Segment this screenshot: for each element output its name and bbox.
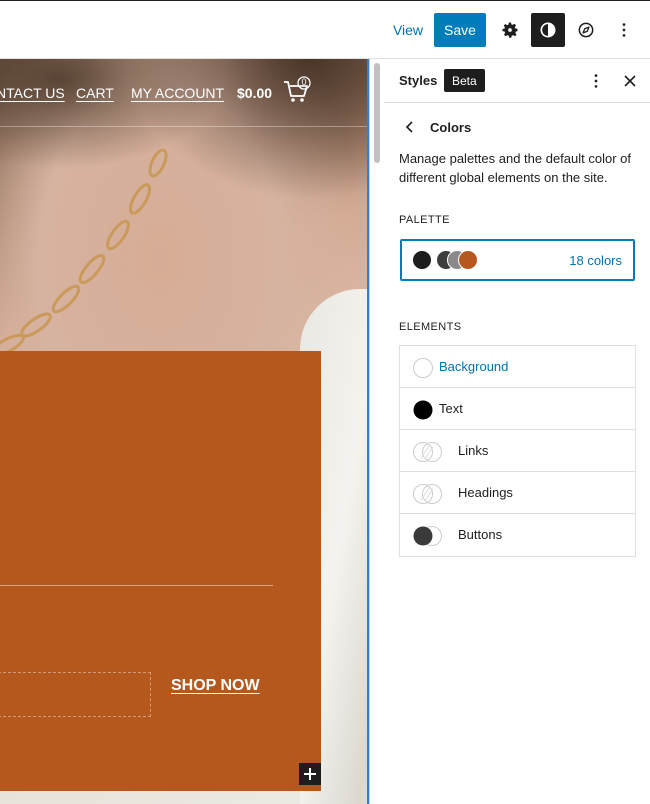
empty-circle-icon [413,358,433,378]
navigation-compass-icon[interactable] [569,13,603,47]
promo-placeholder-field[interactable] [0,672,151,717]
back-chevron-icon[interactable] [398,115,422,139]
palette-count: 18 colors [569,253,622,268]
shop-now-link[interactable]: SHOP NOW [171,677,260,695]
palette-button[interactable]: 18 colors [400,239,635,281]
shopping-cart-icon[interactable]: 0 [282,76,314,106]
element-item-links[interactable]: Links [400,430,635,472]
element-label-background: Background [439,359,509,374]
element-label-text: Text [439,401,463,416]
nav-link-cart[interactable]: CART [76,85,114,101]
sidebar-title: Styles [399,73,438,88]
view-button[interactable]: View [386,18,430,42]
double-outline-circle-icon [413,442,442,462]
settings-gear-icon[interactable] [493,13,527,47]
sidebar-close-icon[interactable] [618,69,642,93]
dark-light-circle-icon [413,526,442,546]
nav-link-contact-us[interactable]: NTACT US [0,85,65,101]
palette-swatch-black [412,250,432,270]
promo-cover-block[interactable]: SHOP NOW [0,351,321,791]
add-block-plus-icon[interactable] [299,763,321,785]
element-label-buttons: Buttons [458,527,503,542]
promo-separator [0,585,273,586]
element-item-buttons[interactable]: Buttons [400,514,635,556]
elements-list: Background Text Links Headings Buttons [399,345,636,557]
element-item-background[interactable]: Background [400,346,635,388]
sidebar-more-options-icon[interactable] [584,69,608,93]
more-options-icon[interactable] [607,13,641,47]
styles-contrast-icon[interactable] [531,13,565,47]
palette-heading: PALETTE [399,214,450,226]
element-item-headings[interactable]: Headings [400,472,635,514]
site-header-nav: NTACT US CART MY ACCOUNT $0.00 0 [0,59,369,127]
styles-sidebar: Styles Beta Colors Manage palettes and t… [384,59,650,804]
black-circle-icon [413,400,433,420]
beta-badge: Beta [444,69,485,92]
panel-description: Manage palettes and the default color of… [399,151,631,185]
canvas-scrollbar[interactable] [369,59,384,804]
elements-heading: ELEMENTS [399,321,462,333]
nav-link-my-account[interactable]: MY ACCOUNT [131,85,224,101]
sidebar-header: Styles Beta [384,59,650,103]
cart-total-price: $0.00 [237,85,273,101]
palette-swatch-rust [458,250,478,270]
save-button[interactable]: Save [434,13,486,47]
editor-toolbar: View Save [0,0,650,59]
editor-canvas[interactable]: NTACT US CART MY ACCOUNT $0.00 0 SHOP NO… [0,59,369,804]
element-label-headings: Headings [458,485,513,500]
double-outline-circle-icon [413,484,442,504]
canvas-scroll-thumb[interactable] [374,63,380,163]
necklace-chain-image [0,149,168,357]
element-item-text[interactable]: Text [400,388,635,430]
element-label-links: Links [458,443,489,458]
panel-title-colors: Colors [430,120,472,135]
cart-count-badge: 0 [301,77,307,87]
